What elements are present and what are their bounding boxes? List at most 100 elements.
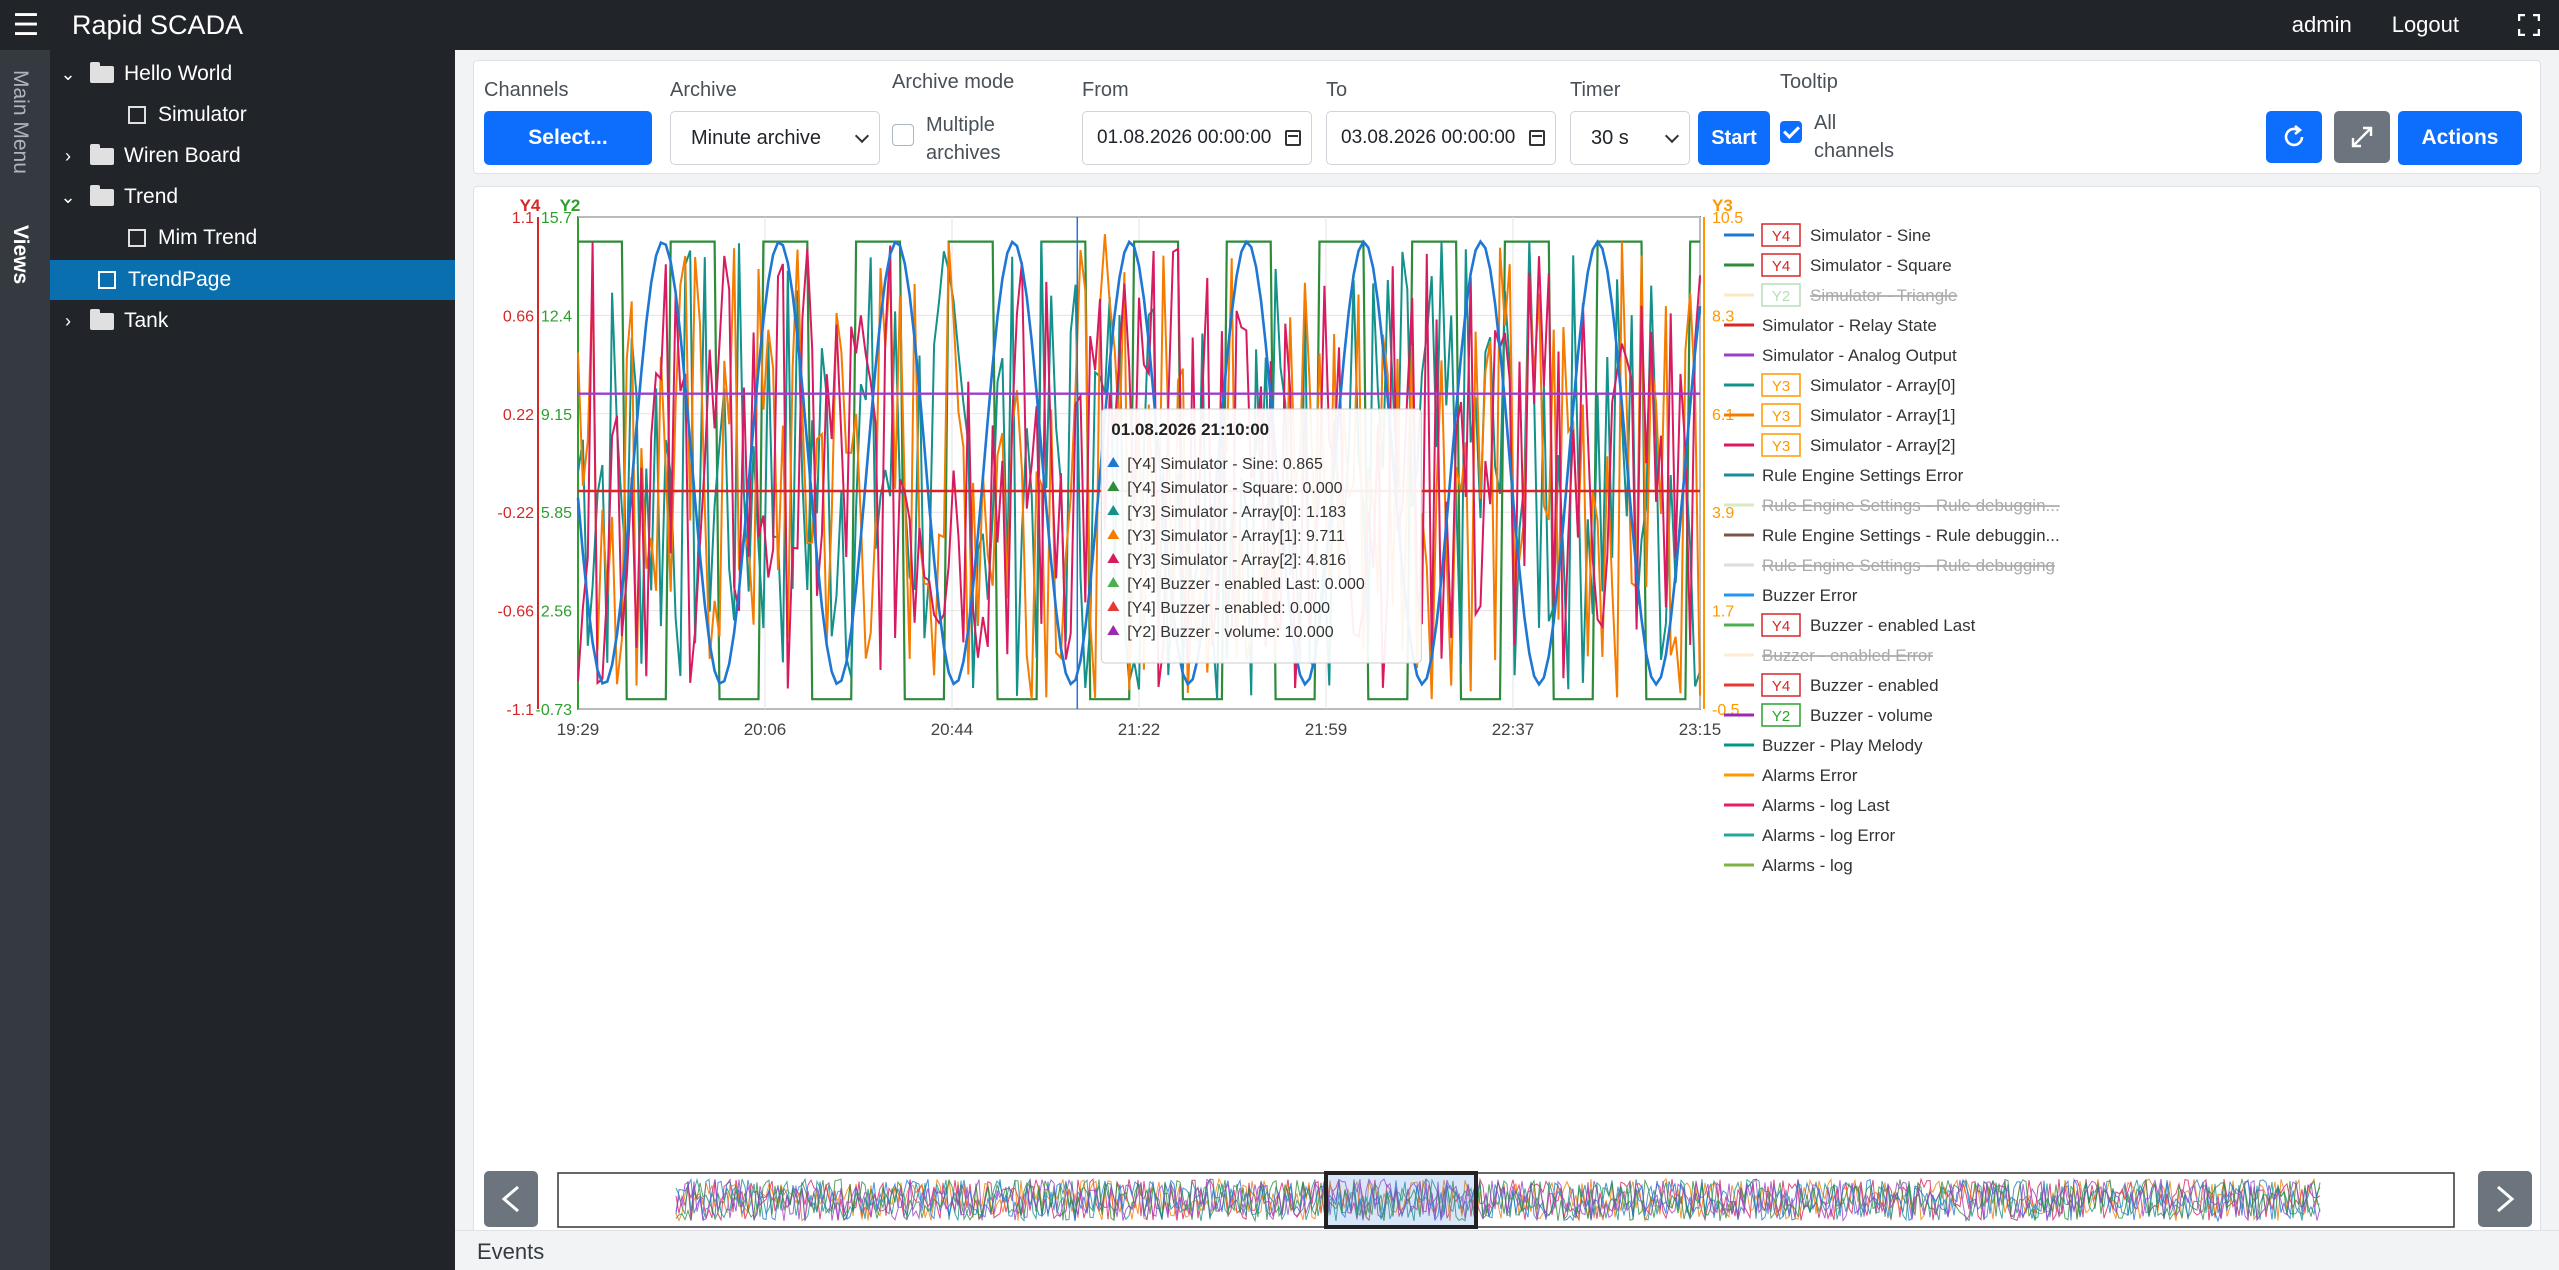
folder-icon — [90, 61, 114, 83]
x-tick-label: 23:15 — [1679, 720, 1722, 739]
legend-item: Simulator - Triangle — [1810, 286, 1957, 305]
legend-axis-badge-label: Y3 — [1772, 378, 1790, 395]
select-channels-button[interactable]: Select... — [484, 111, 652, 165]
trend-chart[interactable]: 19:29 20:06 20:44 21:22 21:59 22:37 23:151.1 15… — [474, 187, 2540, 1263]
nav-prev-button — [484, 1171, 538, 1227]
tree-item-wiren-board[interactable]: › Wiren Board — [50, 136, 455, 176]
legend-axis-badge-label: Y2 — [1772, 708, 1790, 725]
views-tree: ⌄ Hello World Simulator › Wiren Board ⌄ … — [50, 50, 455, 1270]
x-tick-label: 19:29 — [557, 720, 600, 739]
x-tick-label: 22:37 — [1492, 720, 1535, 739]
chevron-down-icon[interactable]: ⌄ — [58, 187, 78, 208]
events-bar[interactable]: Events — [455, 1230, 2559, 1270]
tree-item-simulator[interactable]: Simulator — [50, 95, 455, 135]
timer-select[interactable]: 30 s — [1570, 111, 1690, 165]
calendar-icon[interactable] — [1529, 130, 1545, 146]
tooltip-title: 01.08.2026 21:10:00 — [1111, 420, 1269, 439]
archive-mode-label: Archive mode — [892, 71, 1015, 93]
tree-item-tank[interactable]: › Tank — [50, 301, 455, 341]
app-root: ☰ Rapid SCADA admin Logout Main Menu Vie… — [0, 0, 2559, 1270]
y4-tick-label: 0.66 — [503, 308, 534, 325]
mimic-icon — [128, 229, 146, 247]
top-bar: ☰ Rapid SCADA admin Logout — [0, 0, 2559, 50]
chevron-down-icon — [854, 128, 870, 144]
legend-item: Buzzer - enabled Last — [1810, 616, 1976, 635]
table-icon — [128, 106, 146, 124]
legend-item: Buzzer - enabled — [1810, 676, 1939, 695]
legend-axis-badge-label: Y3 — [1772, 408, 1790, 425]
legend-axis-badge-label: Y4 — [1772, 258, 1790, 275]
y2-tick-label: 5.85 — [541, 505, 572, 522]
y4-tick-label: -0.66 — [498, 604, 535, 621]
top-right-area: admin Logout — [2292, 0, 2559, 50]
timer-label: Timer — [1570, 79, 1621, 101]
logout-link[interactable]: Logout — [2392, 12, 2459, 38]
legend-axis-badge-label: Y2 — [1772, 288, 1790, 305]
y4-tick-label: -1.1 — [506, 702, 534, 719]
legend-axis-badge-label: Y4 — [1772, 678, 1790, 695]
legend-item: Rule Engine Settings - Rule debugging — [1762, 556, 2055, 575]
y3-axis-title: Y3 — [1712, 196, 1733, 215]
legend-item: Rule Engine Settings Error — [1762, 466, 1964, 485]
folder-icon — [90, 184, 114, 206]
y4-tick-label: -0.22 — [498, 505, 535, 522]
start-button[interactable]: Start — [1698, 111, 1770, 165]
all-channels-label: All channels — [1814, 112, 1895, 162]
legend-item: Simulator - Analog Output — [1762, 346, 1957, 365]
chevron-right-icon[interactable]: › — [58, 311, 78, 332]
multiple-archives-checkbox[interactable] — [892, 124, 914, 146]
tree-item-label: Simulator — [158, 103, 247, 126]
legend-axis-badge-label: Y4 — [1772, 228, 1790, 245]
chevron-down-icon[interactable]: ⌄ — [58, 64, 78, 85]
tooltip-label: Tooltip — [1780, 71, 1838, 93]
tree-item-mim-trend[interactable]: Mim Trend — [50, 218, 455, 258]
y3-tick-label: 3.9 — [1712, 505, 1734, 522]
y2-tick-label: -0.73 — [536, 702, 573, 719]
tooltip-row: [Y3] Simulator - Array[1]: 9.711 — [1127, 528, 1345, 545]
tree-item-hello-world[interactable]: ⌄ Hello World — [50, 54, 455, 94]
y3-tick-label: 1.7 — [1712, 604, 1734, 621]
user-link[interactable]: admin — [2292, 12, 2352, 38]
tree-item-trend[interactable]: ⌄ Trend — [50, 177, 455, 217]
archive-select[interactable]: Minute archive — [670, 111, 880, 165]
tree-item-label: Tank — [124, 309, 169, 332]
folder-icon — [90, 308, 114, 330]
legend-item: Simulator - Square — [1810, 256, 1952, 275]
legend-item: Simulator - Array[2] — [1810, 436, 1956, 455]
hamburger-menu-icon[interactable]: ☰ — [0, 0, 52, 50]
all-channels-checkbox[interactable] — [1780, 121, 1802, 143]
multiple-archives-label: Multiple archives — [926, 114, 1001, 164]
legend-item: Simulator - Relay State — [1762, 316, 1937, 335]
app-title: Rapid SCADA — [72, 9, 244, 40]
to-datetime-value: 03.08.2026 00:00:00 — [1341, 127, 1516, 148]
main-menu-tab[interactable]: Main Menu — [8, 70, 32, 174]
tree-item-label: Wiren Board — [124, 144, 241, 167]
x-tick-label: 20:44 — [931, 720, 974, 739]
from-datetime-input[interactable]: 01.08.2026 00:00:00 — [1082, 111, 1312, 165]
archive-label: Archive — [670, 79, 737, 101]
expand-glyph — [2351, 126, 2373, 148]
actions-button[interactable]: Actions — [2398, 111, 2522, 165]
channels-label: Channels — [484, 79, 569, 101]
views-tab[interactable]: Views — [8, 225, 32, 284]
chevron-right-icon[interactable]: › — [58, 146, 78, 167]
tree-item-trendpage[interactable]: TrendPage — [50, 260, 455, 300]
y4-axis-title: Y4 — [520, 196, 541, 215]
to-label: To — [1326, 79, 1348, 101]
legend-item: Buzzer - enabled Error — [1762, 646, 1933, 665]
tooltip-row: [Y4] Simulator - Sine: 0.865 — [1127, 456, 1323, 473]
legend-item: Buzzer Error — [1762, 586, 1858, 605]
timer-select-value: 30 s — [1591, 126, 1629, 149]
tooltip-row: [Y4] Buzzer - enabled Last: 0.000 — [1127, 576, 1365, 593]
refresh-icon[interactable] — [2266, 111, 2322, 163]
legend-axis-badge-label: Y3 — [1772, 438, 1790, 455]
tooltip-row: [Y3] Simulator - Array[2]: 4.816 — [1127, 552, 1346, 569]
legend-item: Alarms - log Error — [1762, 826, 1896, 845]
chart-panel: 19:29 20:06 20:44 21:22 21:59 22:37 23:15 1.1 15… — [473, 186, 2541, 1264]
expand-icon[interactable] — [2334, 111, 2390, 163]
fullscreen-icon[interactable] — [2499, 0, 2559, 50]
calendar-icon[interactable] — [1285, 130, 1301, 146]
to-datetime-input[interactable]: 03.08.2026 00:00:00 — [1326, 111, 1556, 165]
tree-item-label: Mim Trend — [158, 226, 258, 249]
tooltip-row: [Y2] Buzzer - volume: 10.000 — [1127, 624, 1333, 641]
